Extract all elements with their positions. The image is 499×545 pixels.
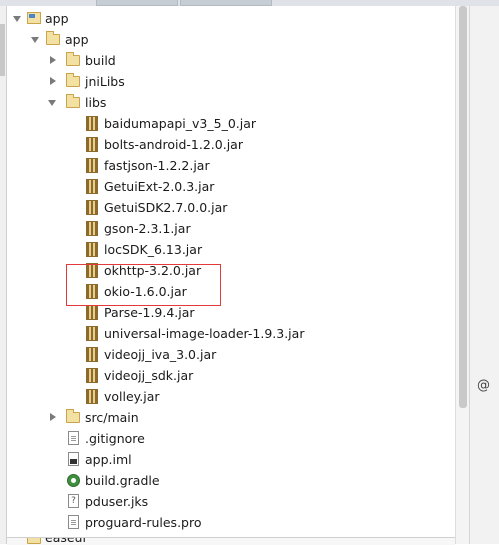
folder-icon xyxy=(66,94,80,108)
jar-label: videojj_sdk.jar xyxy=(104,368,194,383)
tree-node-jnilibs[interactable]: jniLibs xyxy=(7,71,455,92)
at-sign-icon[interactable]: @ xyxy=(477,378,490,393)
folder-icon xyxy=(66,73,80,87)
gradle-icon xyxy=(67,474,80,487)
expand-arrow-icon[interactable] xyxy=(31,37,39,43)
jar-item[interactable]: GetuiSDK2.7.0.0.jar xyxy=(7,197,455,218)
tree-node-label: jniLibs xyxy=(85,74,125,89)
jar-label: okhttp-3.2.0.jar xyxy=(104,263,202,278)
jar-item[interactable]: baidumapapi_v3_5_0.jar xyxy=(7,113,455,134)
jar-icon xyxy=(86,347,98,362)
jar-icon xyxy=(86,326,98,341)
jar-item[interactable]: bolts-android-1.2.0.jar xyxy=(7,134,455,155)
jar-label: universal-image-loader-1.9.3.jar xyxy=(104,326,305,341)
tree-node-root[interactable]: app xyxy=(7,8,455,29)
jar-label: locSDK_6.13.jar xyxy=(104,242,203,257)
tree-node-src-main[interactable]: src/main xyxy=(7,407,455,428)
expand-arrow-icon[interactable] xyxy=(48,100,56,106)
iml-file-icon xyxy=(68,452,79,466)
tree-node-label: app xyxy=(65,32,89,47)
right-side-panel xyxy=(469,6,499,544)
tree-node-libs[interactable]: libs xyxy=(7,92,455,113)
vertical-scrollbar[interactable] xyxy=(455,6,470,544)
jar-item[interactable]: fastjson-1.2.2.jar xyxy=(7,155,455,176)
file-item[interactable]: app.iml xyxy=(7,449,455,470)
folder-icon xyxy=(66,52,80,66)
folder-icon xyxy=(66,409,80,423)
jar-item[interactable]: okhttp-3.2.0.jar xyxy=(7,260,455,281)
folder-icon xyxy=(46,31,60,45)
text-file-icon xyxy=(68,431,79,445)
jar-icon xyxy=(86,200,98,215)
tree-node-label: libs xyxy=(85,95,107,110)
file-label: proguard-rules.pro xyxy=(85,515,202,530)
file-item[interactable]: proguard-rules.pro xyxy=(7,512,455,533)
jar-icon xyxy=(86,368,98,383)
jar-icon xyxy=(86,221,98,236)
jar-item[interactable]: Parse-1.9.4.jar xyxy=(7,302,455,323)
jar-icon xyxy=(86,389,98,404)
jar-icon xyxy=(86,263,98,278)
jar-label: Parse-1.9.4.jar xyxy=(104,305,195,320)
file-label: .gitignore xyxy=(85,431,145,446)
file-label: build.gradle xyxy=(85,473,160,488)
collapse-arrow-icon[interactable] xyxy=(50,77,56,85)
text-file-icon xyxy=(68,515,79,529)
unknown-file-icon: ? xyxy=(68,494,79,508)
left-tool-strip xyxy=(0,6,7,544)
jar-item[interactable]: GetuiExt-2.0.3.jar xyxy=(7,176,455,197)
scrollbar-thumb[interactable] xyxy=(459,6,467,408)
project-tree: app app build jniLibs libs baidumapapi_v… xyxy=(7,6,455,544)
jar-icon xyxy=(86,137,98,152)
jar-label: GetuiExt-2.0.3.jar xyxy=(104,179,215,194)
file-item[interactable]: build.gradle xyxy=(7,470,455,491)
jar-item[interactable]: gson-2.3.1.jar xyxy=(7,218,455,239)
jar-label: okio-1.6.0.jar xyxy=(104,284,187,299)
tree-node-label: src/main xyxy=(85,410,139,425)
collapse-arrow-icon[interactable] xyxy=(50,413,56,421)
jar-label: baidumapapi_v3_5_0.jar xyxy=(104,116,257,131)
collapse-arrow-icon[interactable] xyxy=(50,56,56,64)
jar-item[interactable]: okio-1.6.0.jar xyxy=(7,281,455,302)
jar-icon xyxy=(86,179,98,194)
tree-node-label: build xyxy=(85,53,116,68)
jar-label: gson-2.3.1.jar xyxy=(104,221,191,236)
tree-node-label: app xyxy=(45,11,69,26)
file-item[interactable]: .gitignore xyxy=(7,428,455,449)
tool-window-button[interactable] xyxy=(0,24,5,76)
jar-icon xyxy=(86,116,98,131)
jar-label: GetuiSDK2.7.0.0.jar xyxy=(104,200,228,215)
jar-label: bolts-android-1.2.0.jar xyxy=(104,137,243,152)
file-item[interactable]: ? pduser.jks xyxy=(7,491,455,512)
tree-node-build[interactable]: build xyxy=(7,50,455,71)
jar-label: videojj_iva_3.0.jar xyxy=(104,347,217,362)
jar-label: volley.jar xyxy=(104,389,160,404)
jar-icon xyxy=(86,242,98,257)
jar-item[interactable]: universal-image-loader-1.9.3.jar xyxy=(7,323,455,344)
jar-item[interactable]: locSDK_6.13.jar xyxy=(7,239,455,260)
jar-icon xyxy=(86,284,98,299)
expand-arrow-icon[interactable] xyxy=(13,16,21,22)
file-label: pduser.jks xyxy=(85,494,149,509)
jar-item[interactable]: videojj_iva_3.0.jar xyxy=(7,344,455,365)
file-label: app.iml xyxy=(85,452,132,467)
tree-node-module[interactable]: app xyxy=(7,29,455,50)
jar-icon xyxy=(86,158,98,173)
folder-icon xyxy=(27,538,41,544)
jar-icon xyxy=(86,305,98,320)
jar-item[interactable]: videojj_sdk.jar xyxy=(7,365,455,386)
jar-item[interactable]: volley.jar xyxy=(7,386,455,407)
jar-label: fastjson-1.2.2.jar xyxy=(104,158,210,173)
module-icon xyxy=(27,12,41,24)
